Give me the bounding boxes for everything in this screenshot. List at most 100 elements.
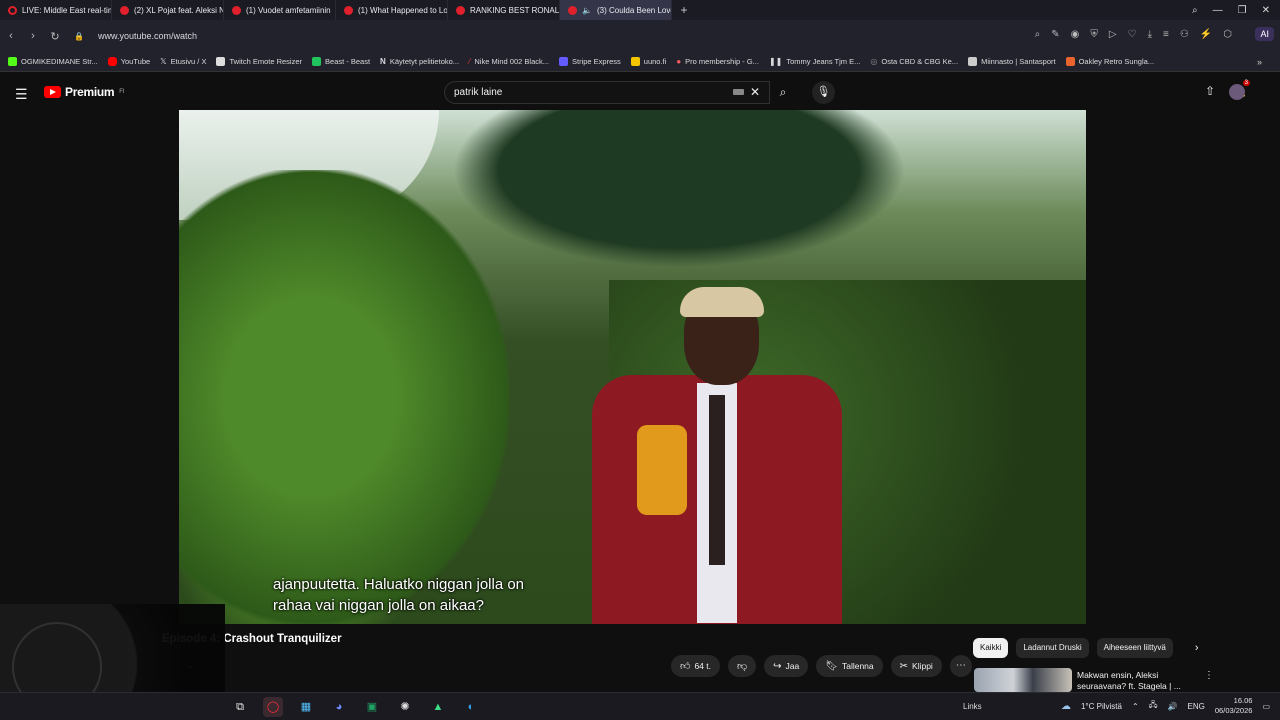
save-button[interactable]: 🔖︎ Tallenna (816, 655, 883, 677)
bookmark-item[interactable]: OGMIKEDIMANE Str... (8, 57, 98, 66)
hamburger-menu-icon[interactable]: ☰ (15, 86, 28, 103)
clip-button[interactable]: ✂ Klippi (890, 655, 942, 677)
recommended-video[interactable]: Makwan ensin, Aleksi seuraavana? ft. Sta… (974, 668, 1274, 692)
minimize-icon[interactable]: — (1213, 5, 1223, 16)
avatar[interactable] (1229, 84, 1245, 100)
shield-icon[interactable]: ⛨ (1090, 29, 1098, 40)
more-vertical-icon[interactable]: ⋮ (1204, 670, 1214, 681)
upload-icon[interactable]: ⇧ (1205, 84, 1215, 98)
browser-tab[interactable]: (2) XL Pojat feat. Aleksi N (112, 0, 224, 20)
notification-badge: 3 (1242, 80, 1250, 86)
android-studio-icon[interactable]: ▲ (428, 697, 448, 717)
search-box: ✕ (444, 81, 770, 104)
bookmark-item[interactable]: Miinnasto | Santasport (968, 57, 1056, 66)
links-toolbar[interactable]: Links (963, 702, 982, 711)
thumbs-up-icon: 👍︎ (680, 661, 691, 672)
bookmark-item[interactable]: 𝕏 Etusivu / X (160, 57, 206, 66)
pause-logo-icon: ❚❚ (768, 57, 783, 66)
browser-tab[interactable]: (1) Vuodet amfetamiinin (224, 0, 336, 20)
extension-icon[interactable]: ⚡ (1200, 29, 1212, 40)
download-icon[interactable]: ⤓ (1148, 29, 1152, 40)
heart-icon[interactable]: ♡ (1128, 29, 1137, 40)
video-player[interactable]: ajanpuutetta. Haluatko niggan jolla on r… (179, 110, 1086, 624)
close-icon[interactable]: ✕ (1262, 5, 1270, 16)
clear-search-icon[interactable]: ✕ (750, 85, 760, 99)
browser-tab-active[interactable]: 🔈 (3) Coulda Been Love (560, 0, 672, 20)
bookmark-item[interactable]: ❚❚ Tommy Jeans Tjm E... (769, 57, 860, 66)
youtube-icon (568, 5, 577, 15)
spreadsheet-app-icon[interactable]: ▣ (362, 697, 382, 717)
search-input[interactable] (445, 82, 715, 103)
bookmark-item[interactable]: YouTube (107, 57, 150, 66)
search-button[interactable]: ⌕ (770, 81, 796, 104)
weather-text[interactable]: 1°C Pilvistä (1081, 702, 1122, 711)
browser-tab[interactable]: (1) What Happened to Lo (336, 0, 448, 20)
url-field[interactable]: www.youtube.com/watch (98, 31, 197, 41)
forward-icon[interactable]: › (22, 30, 44, 42)
restore-icon[interactable]: ❐ (1238, 5, 1247, 16)
language-indicator[interactable]: ENG (1188, 702, 1205, 711)
reload-icon[interactable]: ↻ (44, 30, 66, 43)
address-bar-tools: ⌕ ✎ ◉ ⛨ ▷ ♡ ⤓ ≡ ⚇ ⚡ ⬡ (1035, 29, 1232, 40)
task-view-icon[interactable]: ⧉ (230, 697, 250, 717)
bookmark-item[interactable]: N Käytetyt pelitietoko... (380, 57, 459, 66)
photos-app-icon[interactable]: ▦ (296, 697, 316, 717)
more-actions-button[interactable]: ⋯ (949, 655, 972, 677)
address-bar: ‹ › ↻ 🔒 www.youtube.com/watch ⌕ ✎ ◉ ⛨ ▷ … (0, 20, 1280, 52)
bookmark-item[interactable]: uuno.fi (630, 57, 666, 66)
youtube-premium-logo[interactable]: Premium FI (44, 85, 125, 99)
tray-chevron-icon[interactable]: ⌃ (1132, 702, 1139, 711)
share-button[interactable]: ↪ Jaa (764, 655, 809, 677)
voice-search-button[interactable]: 🎙 (812, 81, 835, 104)
chip-uploaded-by[interactable]: Ladannut Druski (1016, 638, 1089, 658)
bookmark-item[interactable]: ⁄ Nike Mind 002 Black... (469, 57, 549, 66)
chip-related[interactable]: Aiheeseen liittyvä (1096, 638, 1173, 658)
lens-icon[interactable]: ⌕ (1035, 29, 1041, 40)
youtube-play-icon (44, 86, 61, 98)
back-icon[interactable]: ‹ (0, 30, 22, 42)
new-tab-button[interactable]: + (676, 3, 692, 17)
opera-app-icon[interactable]: ◯ (263, 697, 283, 717)
like-button[interactable]: 👍︎ 64 t. (671, 655, 720, 677)
discord-app-icon[interactable]: ◕ (329, 697, 349, 717)
bookmark-item[interactable]: Twitch Emote Resizer (216, 57, 302, 66)
bookmark-favicon (1065, 57, 1075, 66)
browser-tab[interactable]: LIVE: Middle East real-tim (0, 0, 112, 20)
edit-icon[interactable]: ✎ (1051, 29, 1059, 40)
camera-icon[interactable]: ◉ (1071, 29, 1080, 40)
cube-icon[interactable]: ⬡ (1223, 29, 1232, 40)
search-tabs-icon[interactable]: ⌕ (1192, 5, 1198, 16)
video-frame-bush (179, 170, 509, 624)
taskbar-clock[interactable]: 16.06 06/03/2026 (1215, 696, 1253, 716)
thumbs-down-icon: 👎︎ (737, 661, 748, 672)
n-logo-icon: N (380, 57, 386, 66)
volume-icon[interactable]: 🔊 (1168, 702, 1178, 711)
chip-all[interactable]: Kaikki (973, 638, 1009, 658)
weather-cloud-icon[interactable]: ☁ (1061, 701, 1071, 712)
bookmarks-overflow-icon[interactable]: » (1257, 57, 1262, 67)
bookmark-favicon (559, 57, 568, 66)
dislike-button[interactable]: 👎︎ (728, 655, 757, 677)
network-icon[interactable]: 🖧 (1149, 699, 1158, 713)
window-controls: ⌕ — ❐ ✕ (1192, 0, 1280, 20)
chips-next-chevron-icon[interactable]: › (1195, 642, 1199, 654)
play-icon[interactable]: ▷ (1109, 29, 1117, 40)
lock-icon[interactable]: 🔒 (74, 32, 84, 41)
notifications-center-icon[interactable]: ▭ (1262, 702, 1270, 711)
video-thumbnail[interactable] (974, 668, 1072, 692)
bookmark-item[interactable]: ◎ Osta CBD & CBG Ke... (870, 57, 958, 66)
ai-button[interactable]: AI (1255, 27, 1274, 41)
bookmark-item[interactable]: Oakley Retro Sungla... (1065, 57, 1154, 66)
chatgpt-app-icon[interactable]: ✺ (395, 697, 415, 717)
bookmark-item[interactable]: Beast - Beast (312, 57, 370, 66)
keyboard-icon[interactable] (733, 89, 744, 95)
account-icon[interactable]: ⚇ (1180, 29, 1189, 40)
video-frame-person (592, 287, 842, 624)
menu-icon[interactable]: ≡ (1163, 29, 1169, 40)
system-tray: ☁ 1°C Pilvistä ⌃ 🖧 🔊 ENG 16.06 06/03/202… (1061, 696, 1270, 716)
bookmark-item[interactable]: ● Pro membership - G... (676, 57, 759, 66)
edge-app-icon[interactable]: ◐ (461, 697, 481, 717)
bookmark-item[interactable]: Stripe Express (559, 57, 621, 66)
bookmark-favicon (630, 57, 640, 66)
browser-tab[interactable]: RANKING BEST RONALDO (448, 0, 560, 20)
